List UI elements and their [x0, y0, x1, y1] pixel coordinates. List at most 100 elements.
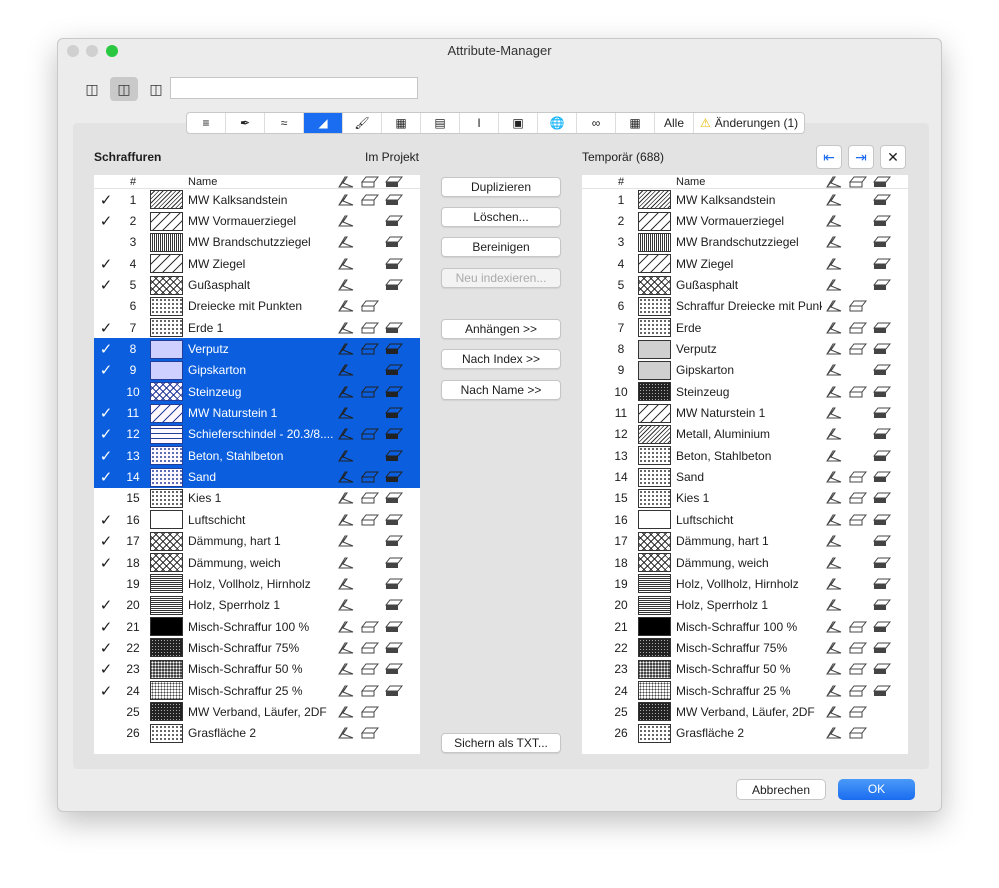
import-button[interactable]: ⇤: [816, 145, 842, 169]
list-item[interactable]: 3 MW Brandschutzziegel: [582, 232, 908, 253]
header-surface-fill-icon[interactable]: [846, 176, 870, 188]
list-item[interactable]: 1 MW Kalksandstein: [582, 189, 908, 210]
list-item[interactable]: 17 Dämmung, hart 1: [582, 531, 908, 552]
list-item[interactable]: 9 Gipskarton: [582, 360, 908, 381]
tab-fill[interactable]: ◢: [304, 113, 343, 133]
zoom-window-button[interactable]: [106, 45, 118, 57]
list-item[interactable]: ✓ 22 Misch-Schraffur 75%: [94, 637, 420, 658]
export-button[interactable]: ⇥: [848, 145, 874, 169]
list-item[interactable]: 22 Misch-Schraffur 75%: [582, 637, 908, 658]
list-item[interactable]: 20 Holz, Sperrholz 1: [582, 595, 908, 616]
ok-button[interactable]: OK: [838, 779, 915, 800]
list-item[interactable]: ✓ 9 Gipskarton: [94, 359, 420, 382]
header-drafting-fill-icon[interactable]: [822, 176, 846, 188]
list-item[interactable]: ✓ 20 Holz, Sperrholz 1: [94, 595, 420, 616]
close-window-button[interactable]: [67, 45, 79, 57]
fill-swatch: [638, 488, 671, 508]
header-number[interactable]: #: [118, 176, 148, 188]
left-attribute-list[interactable]: # Name ✓ 1 MW Kalksandstein ✓ 2 MW Vormauerzieg…: [94, 175, 420, 754]
header-drafting-fill-icon[interactable]: [334, 176, 358, 188]
preview-view-icon[interactable]: ◫: [142, 77, 170, 101]
list-item[interactable]: 23 Misch-Schraffur 50 %: [582, 659, 908, 680]
delete-button[interactable]: Löschen...: [441, 207, 561, 227]
header-name[interactable]: Name: [676, 176, 822, 188]
tab-grid[interactable]: ▦: [616, 113, 655, 133]
list-item[interactable]: 26 Grasfläche 2: [582, 723, 908, 744]
list-item[interactable]: ✓ 7 Erde 1: [94, 317, 420, 338]
search-input[interactable]: [170, 77, 418, 99]
right-attribute-list[interactable]: # Name 1 MW Kalksandstein 2 MW Vormauerziegel…: [582, 175, 908, 754]
list-item[interactable]: ✓ 14 Sand: [94, 466, 420, 488]
item-name: MW Kalksandstein: [188, 192, 288, 207]
list-item[interactable]: 25 MW Verband, Läufer, 2DF: [582, 701, 908, 722]
tab-zone[interactable]: ▣: [499, 113, 538, 133]
list-item[interactable]: ✓ 18 Dämmung, weich: [94, 552, 420, 573]
single-list-view-icon[interactable]: ◫: [78, 77, 106, 101]
tab-pen[interactable]: ✒: [226, 113, 265, 133]
list-item[interactable]: 21 Misch-Schraffur 100 %: [582, 616, 908, 637]
list-item[interactable]: ✓ 2 MW Vormauerziegel: [94, 210, 420, 231]
list-item[interactable]: 18 Dämmung, weich: [582, 552, 908, 573]
list-item[interactable]: 19 Holz, Vollholz, Hirnholz: [582, 573, 908, 594]
list-item[interactable]: 19 Holz, Vollholz, Hirnholz: [94, 573, 420, 594]
list-item[interactable]: 4 MW Ziegel: [582, 253, 908, 274]
list-item[interactable]: ✓ 5 Gußasphalt: [94, 274, 420, 295]
list-item[interactable]: 8 Verputz: [582, 338, 908, 359]
list-item[interactable]: 13 Beton, Stahlbeton: [582, 445, 908, 466]
list-item[interactable]: 6 Dreiecke mit Punkten: [94, 296, 420, 317]
list-item[interactable]: ✓ 4 MW Ziegel: [94, 253, 420, 274]
duplicate-button[interactable]: Duplizieren: [441, 177, 561, 197]
list-item[interactable]: 12 Metall, Aluminium: [582, 424, 908, 445]
minimize-window-button[interactable]: [86, 45, 98, 57]
header-name[interactable]: Name: [188, 176, 334, 188]
tab-line-type[interactable]: ≈: [265, 113, 304, 133]
list-item[interactable]: ✓ 23 Misch-Schraffur 50 %: [94, 659, 420, 680]
list-item[interactable]: 10 Steinzeug: [94, 381, 420, 403]
tab-globe[interactable]: 🌐: [538, 113, 577, 133]
tab-profile[interactable]: I: [460, 113, 499, 133]
tab-layers[interactable]: ≡: [187, 113, 226, 133]
list-item[interactable]: 24 Misch-Schraffur 25 %: [582, 680, 908, 701]
tab-warning[interactable]: ⚠ Änderungen (1): [694, 113, 804, 133]
tab-profile-layers[interactable]: ▤: [421, 113, 460, 133]
close-file-button[interactable]: ✕: [880, 145, 906, 169]
append-button[interactable]: Anhängen >>: [441, 319, 561, 339]
tab-composite[interactable]: ▦: [382, 113, 421, 133]
list-item[interactable]: ✓ 13 Beton, Stahlbeton: [94, 445, 420, 467]
list-item[interactable]: 15 Kies 1: [582, 488, 908, 509]
list-item[interactable]: ✓ 8 Verputz: [94, 338, 420, 360]
by-name-button[interactable]: Nach Name >>: [441, 380, 561, 400]
list-item[interactable]: ✓ 16 Luftschicht: [94, 509, 420, 530]
header-cut-fill-icon[interactable]: [870, 176, 894, 188]
list-item[interactable]: 14 Sand: [582, 466, 908, 487]
by-index-button[interactable]: Nach Index >>: [441, 349, 561, 369]
list-item[interactable]: ✓ 12 Schieferschindel - 20.3/8....: [94, 423, 420, 446]
list-item[interactable]: ✓ 24 Misch-Schraffur 25 %: [94, 680, 420, 701]
header-number[interactable]: #: [606, 176, 636, 188]
list-item[interactable]: 5 Gußasphalt: [582, 274, 908, 295]
tab-mep[interactable]: ∞: [577, 113, 616, 133]
header-cut-fill-icon[interactable]: [382, 176, 406, 188]
tab-all[interactable]: Alle: [655, 113, 694, 133]
list-item[interactable]: 16 Luftschicht: [582, 509, 908, 530]
list-item[interactable]: 25 MW Verband, Läufer, 2DF: [94, 701, 420, 722]
list-item[interactable]: 6 Schraffur Dreiecke mit Punk...: [582, 296, 908, 317]
list-item[interactable]: 3 MW Brandschutzziegel: [94, 232, 420, 253]
list-item[interactable]: 2 MW Vormauerziegel: [582, 210, 908, 231]
cancel-button[interactable]: Abbrechen: [736, 779, 826, 800]
list-item[interactable]: 11 MW Naturstein 1: [582, 402, 908, 423]
list-item[interactable]: ✓ 17 Dämmung, hart 1: [94, 531, 420, 552]
list-item[interactable]: 7 Erde: [582, 317, 908, 338]
dual-list-view-icon[interactable]: ◫: [110, 77, 138, 101]
list-item[interactable]: 15 Kies 1: [94, 488, 420, 509]
save-as-txt-button[interactable]: Sichern als TXT...: [441, 733, 561, 753]
purge-button[interactable]: Bereinigen: [441, 237, 561, 257]
list-item[interactable]: 10 Steinzeug: [582, 381, 908, 402]
list-item[interactable]: ✓ 11 MW Naturstein 1: [94, 402, 420, 424]
tab-brush[interactable]: 🖌: [343, 113, 382, 133]
list-item[interactable]: ✓ 1 MW Kalksandstein: [94, 189, 420, 210]
header-surface-fill-icon[interactable]: [358, 176, 382, 188]
list-item[interactable]: 26 Grasfläche 2: [94, 723, 420, 744]
reindex-button[interactable]: Neu indexieren...: [441, 268, 561, 288]
list-item[interactable]: ✓ 21 Misch-Schraffur 100 %: [94, 616, 420, 637]
